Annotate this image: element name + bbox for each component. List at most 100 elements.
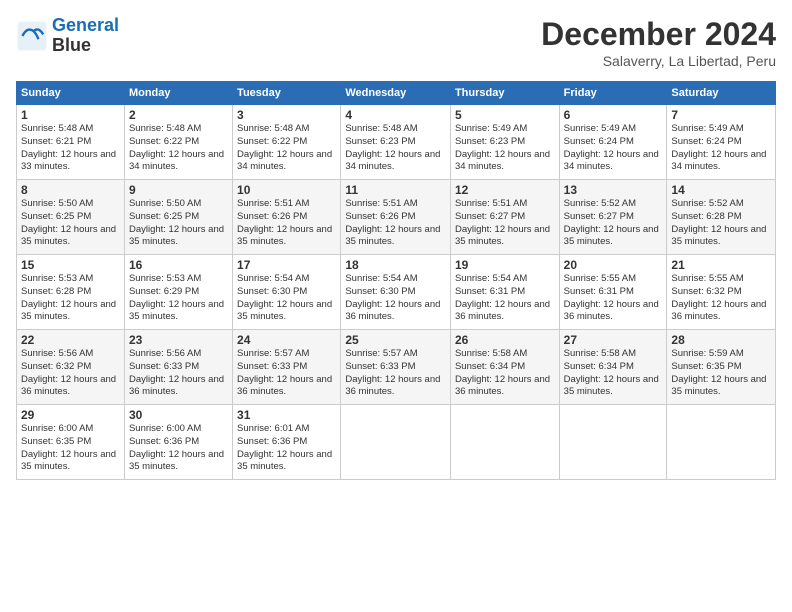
calendar-week-row: 29 Sunrise: 6:00 AM Sunset: 6:35 PM Dayl… — [17, 405, 776, 480]
calendar-cell: 19 Sunrise: 5:54 AM Sunset: 6:31 PM Dayl… — [450, 255, 559, 330]
calendar-cell: 28 Sunrise: 5:59 AM Sunset: 6:35 PM Dayl… — [667, 330, 776, 405]
day-info: Sunrise: 5:54 AM Sunset: 6:30 PM Dayligh… — [237, 273, 336, 324]
day-number: 24 — [237, 333, 336, 347]
calendar-cell — [450, 405, 559, 480]
day-number: 21 — [671, 258, 771, 272]
calendar-cell: 24 Sunrise: 5:57 AM Sunset: 6:33 PM Dayl… — [233, 330, 341, 405]
day-number: 7 — [671, 108, 771, 122]
day-number: 20 — [564, 258, 663, 272]
day-info: Sunrise: 5:48 AM Sunset: 6:21 PM Dayligh… — [21, 123, 120, 174]
day-info: Sunrise: 5:59 AM Sunset: 6:35 PM Dayligh… — [671, 348, 771, 399]
calendar-cell — [559, 405, 667, 480]
calendar-cell: 12 Sunrise: 5:51 AM Sunset: 6:27 PM Dayl… — [450, 180, 559, 255]
calendar-cell: 23 Sunrise: 5:56 AM Sunset: 6:33 PM Dayl… — [124, 330, 232, 405]
logo-text: General Blue — [52, 16, 119, 56]
day-info: Sunrise: 5:48 AM Sunset: 6:23 PM Dayligh… — [345, 123, 446, 174]
day-number: 30 — [129, 408, 228, 422]
col-tuesday: Tuesday — [233, 82, 341, 105]
day-number: 26 — [455, 333, 555, 347]
day-number: 16 — [129, 258, 228, 272]
day-number: 22 — [21, 333, 120, 347]
day-info: Sunrise: 5:55 AM Sunset: 6:31 PM Dayligh… — [564, 273, 663, 324]
calendar-cell: 17 Sunrise: 5:54 AM Sunset: 6:30 PM Dayl… — [233, 255, 341, 330]
calendar-table: Sunday Monday Tuesday Wednesday Thursday… — [16, 81, 776, 480]
calendar-cell: 31 Sunrise: 6:01 AM Sunset: 6:36 PM Dayl… — [233, 405, 341, 480]
day-info: Sunrise: 5:54 AM Sunset: 6:30 PM Dayligh… — [345, 273, 446, 324]
calendar-cell: 8 Sunrise: 5:50 AM Sunset: 6:25 PM Dayli… — [17, 180, 125, 255]
calendar-cell: 21 Sunrise: 5:55 AM Sunset: 6:32 PM Dayl… — [667, 255, 776, 330]
day-info: Sunrise: 5:52 AM Sunset: 6:28 PM Dayligh… — [671, 198, 771, 249]
day-info: Sunrise: 5:53 AM Sunset: 6:28 PM Dayligh… — [21, 273, 120, 324]
day-number: 9 — [129, 183, 228, 197]
calendar-cell: 16 Sunrise: 5:53 AM Sunset: 6:29 PM Dayl… — [124, 255, 232, 330]
calendar-cell: 22 Sunrise: 5:56 AM Sunset: 6:32 PM Dayl… — [17, 330, 125, 405]
day-number: 3 — [237, 108, 336, 122]
day-info: Sunrise: 6:00 AM Sunset: 6:36 PM Dayligh… — [129, 423, 228, 474]
day-number: 15 — [21, 258, 120, 272]
calendar-cell: 3 Sunrise: 5:48 AM Sunset: 6:22 PM Dayli… — [233, 105, 341, 180]
title-block: December 2024 Salaverry, La Libertad, Pe… — [541, 16, 776, 69]
col-friday: Friday — [559, 82, 667, 105]
calendar-cell — [341, 405, 451, 480]
day-number: 6 — [564, 108, 663, 122]
col-wednesday: Wednesday — [341, 82, 451, 105]
day-info: Sunrise: 5:54 AM Sunset: 6:31 PM Dayligh… — [455, 273, 555, 324]
day-info: Sunrise: 6:01 AM Sunset: 6:36 PM Dayligh… — [237, 423, 336, 474]
calendar-cell: 11 Sunrise: 5:51 AM Sunset: 6:26 PM Dayl… — [341, 180, 451, 255]
calendar-cell: 5 Sunrise: 5:49 AM Sunset: 6:23 PM Dayli… — [450, 105, 559, 180]
calendar-cell: 4 Sunrise: 5:48 AM Sunset: 6:23 PM Dayli… — [341, 105, 451, 180]
day-info: Sunrise: 5:57 AM Sunset: 6:33 PM Dayligh… — [237, 348, 336, 399]
logo-icon — [16, 20, 48, 52]
calendar-cell: 6 Sunrise: 5:49 AM Sunset: 6:24 PM Dayli… — [559, 105, 667, 180]
month-title: December 2024 — [541, 16, 776, 53]
logo: General Blue — [16, 16, 119, 56]
day-number: 8 — [21, 183, 120, 197]
day-number: 5 — [455, 108, 555, 122]
day-number: 17 — [237, 258, 336, 272]
day-number: 28 — [671, 333, 771, 347]
page: General Blue December 2024 Salaverry, La… — [0, 0, 792, 612]
day-info: Sunrise: 5:55 AM Sunset: 6:32 PM Dayligh… — [671, 273, 771, 324]
day-info: Sunrise: 5:51 AM Sunset: 6:27 PM Dayligh… — [455, 198, 555, 249]
col-monday: Monday — [124, 82, 232, 105]
day-info: Sunrise: 5:50 AM Sunset: 6:25 PM Dayligh… — [129, 198, 228, 249]
calendar-cell: 25 Sunrise: 5:57 AM Sunset: 6:33 PM Dayl… — [341, 330, 451, 405]
day-number: 14 — [671, 183, 771, 197]
col-thursday: Thursday — [450, 82, 559, 105]
day-info: Sunrise: 6:00 AM Sunset: 6:35 PM Dayligh… — [21, 423, 120, 474]
calendar-cell: 18 Sunrise: 5:54 AM Sunset: 6:30 PM Dayl… — [341, 255, 451, 330]
calendar-week-row: 8 Sunrise: 5:50 AM Sunset: 6:25 PM Dayli… — [17, 180, 776, 255]
day-info: Sunrise: 5:56 AM Sunset: 6:32 PM Dayligh… — [21, 348, 120, 399]
calendar-cell: 9 Sunrise: 5:50 AM Sunset: 6:25 PM Dayli… — [124, 180, 232, 255]
day-info: Sunrise: 5:53 AM Sunset: 6:29 PM Dayligh… — [129, 273, 228, 324]
calendar-cell: 20 Sunrise: 5:55 AM Sunset: 6:31 PM Dayl… — [559, 255, 667, 330]
day-info: Sunrise: 5:50 AM Sunset: 6:25 PM Dayligh… — [21, 198, 120, 249]
day-number: 27 — [564, 333, 663, 347]
day-number: 31 — [237, 408, 336, 422]
calendar-cell: 27 Sunrise: 5:58 AM Sunset: 6:34 PM Dayl… — [559, 330, 667, 405]
day-info: Sunrise: 5:58 AM Sunset: 6:34 PM Dayligh… — [564, 348, 663, 399]
day-number: 29 — [21, 408, 120, 422]
day-number: 2 — [129, 108, 228, 122]
calendar-cell: 14 Sunrise: 5:52 AM Sunset: 6:28 PM Dayl… — [667, 180, 776, 255]
calendar-cell: 13 Sunrise: 5:52 AM Sunset: 6:27 PM Dayl… — [559, 180, 667, 255]
col-sunday: Sunday — [17, 82, 125, 105]
calendar-cell — [667, 405, 776, 480]
calendar-cell: 10 Sunrise: 5:51 AM Sunset: 6:26 PM Dayl… — [233, 180, 341, 255]
calendar-week-row: 22 Sunrise: 5:56 AM Sunset: 6:32 PM Dayl… — [17, 330, 776, 405]
day-number: 18 — [345, 258, 446, 272]
day-info: Sunrise: 5:56 AM Sunset: 6:33 PM Dayligh… — [129, 348, 228, 399]
day-number: 19 — [455, 258, 555, 272]
day-info: Sunrise: 5:57 AM Sunset: 6:33 PM Dayligh… — [345, 348, 446, 399]
header: General Blue December 2024 Salaverry, La… — [16, 16, 776, 69]
calendar-cell: 7 Sunrise: 5:49 AM Sunset: 6:24 PM Dayli… — [667, 105, 776, 180]
calendar-cell: 30 Sunrise: 6:00 AM Sunset: 6:36 PM Dayl… — [124, 405, 232, 480]
day-info: Sunrise: 5:51 AM Sunset: 6:26 PM Dayligh… — [237, 198, 336, 249]
calendar-week-row: 15 Sunrise: 5:53 AM Sunset: 6:28 PM Dayl… — [17, 255, 776, 330]
col-saturday: Saturday — [667, 82, 776, 105]
day-number: 10 — [237, 183, 336, 197]
location-subtitle: Salaverry, La Libertad, Peru — [541, 53, 776, 69]
day-number: 25 — [345, 333, 446, 347]
day-info: Sunrise: 5:49 AM Sunset: 6:24 PM Dayligh… — [671, 123, 771, 174]
calendar-cell: 26 Sunrise: 5:58 AM Sunset: 6:34 PM Dayl… — [450, 330, 559, 405]
